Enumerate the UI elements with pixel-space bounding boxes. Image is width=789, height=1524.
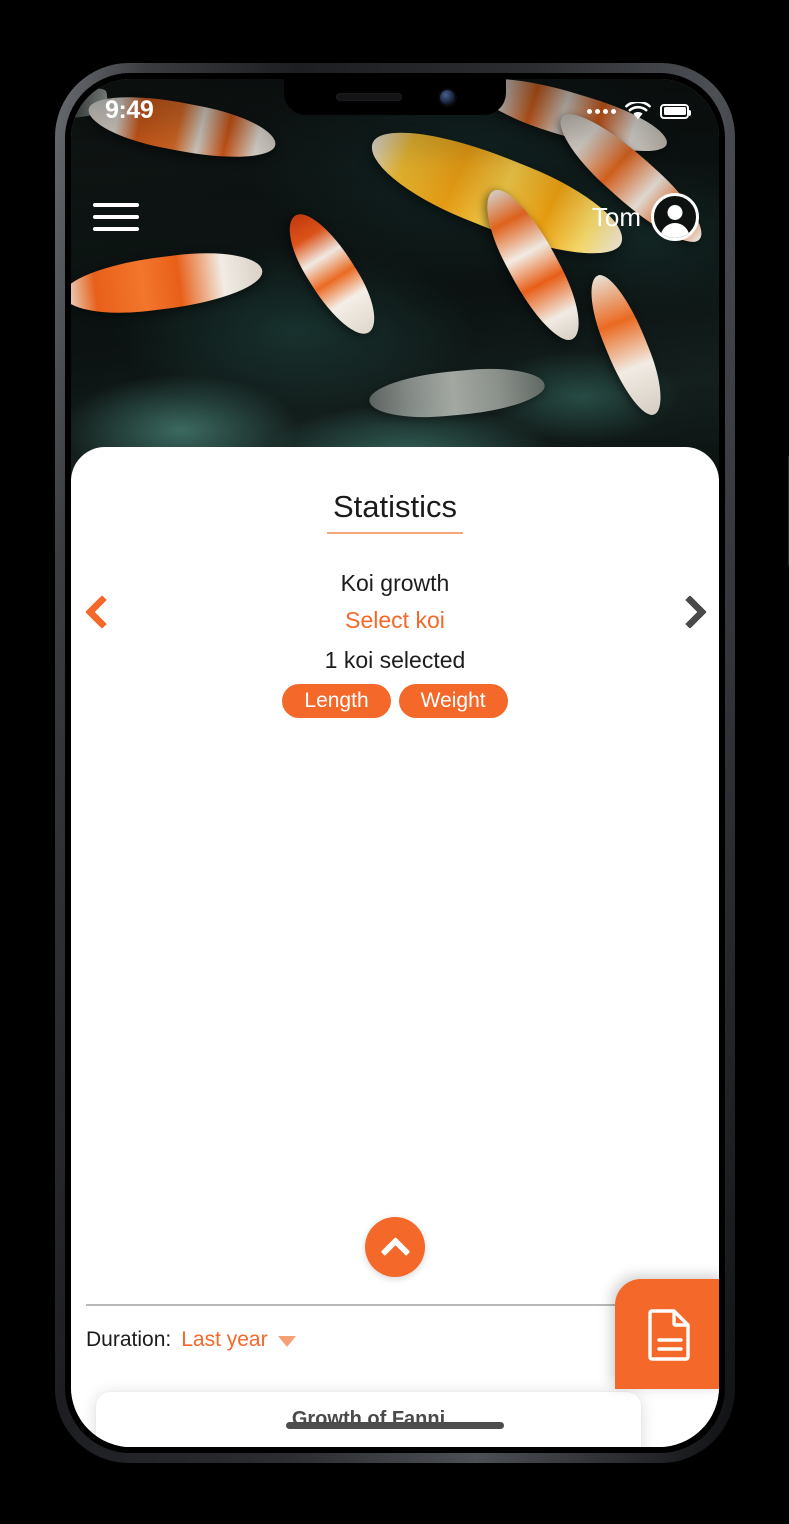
app-header-bar: Tom [71, 189, 719, 245]
duration-value[interactable]: Last year [181, 1328, 267, 1352]
chevron-left-icon[interactable] [81, 584, 123, 640]
duration-label: Duration: [86, 1328, 172, 1351]
status-indicators [587, 101, 691, 121]
koi-selected-count: 1 koi selected [324, 647, 466, 673]
select-koi-link[interactable]: Select koi [345, 607, 445, 634]
report-fab-button[interactable] [615, 1279, 719, 1389]
status-time: 9:49 [105, 95, 154, 124]
chevron-right-glyph [673, 595, 707, 629]
collapse-panel-button[interactable] [365, 1217, 425, 1277]
koi-pond-hero-image [71, 79, 719, 479]
phone-screen: 9:49 Tom Statistics Koi growth Select ko… [71, 79, 719, 1447]
caret-down-icon[interactable] [277, 1336, 296, 1347]
home-indicator [286, 1422, 504, 1429]
metric-pill-group: Length Weight [71, 684, 719, 718]
user-avatar-icon[interactable] [651, 193, 699, 241]
chevron-left-glyph [85, 595, 119, 629]
phone-device-frame: 9:49 Tom Statistics Koi growth Select ko… [55, 63, 789, 1463]
page-title-container: Statistics [71, 447, 719, 534]
metric-pill-length[interactable]: Length [282, 684, 391, 718]
user-profile-area[interactable]: Tom [592, 193, 699, 241]
screenshot-stage: 9:49 Tom Statistics Koi growth Select ko… [0, 0, 789, 1524]
metric-pill-weight[interactable]: Weight [398, 684, 508, 718]
growth-chart-card: Growth of Fanni Length Weight [96, 1392, 641, 1447]
section-divider [86, 1304, 674, 1306]
hero-overlay-gradient [71, 79, 719, 479]
front-camera-icon [439, 89, 455, 105]
chevron-right-icon[interactable] [669, 584, 711, 640]
user-name-label: Tom [591, 201, 641, 232]
duration-selector: Duration: Last year [86, 1328, 296, 1352]
earpiece-speaker [335, 93, 402, 101]
document-report-icon [648, 1309, 690, 1361]
battery-icon [660, 103, 691, 119]
statistics-sheet: Statistics Koi growth Select koi 1 koi s… [71, 447, 719, 1447]
phone-bezel: 9:49 Tom Statistics Koi growth Select ko… [65, 73, 725, 1453]
wifi-icon [625, 101, 651, 119]
koi-growth-label: Koi growth [340, 570, 450, 596]
signal-dots-icon [587, 108, 616, 114]
page-title: Statistics [326, 489, 464, 534]
device-notch [284, 79, 506, 115]
koi-selector-section: Koi growth Select koi 1 koi selected Len… [71, 570, 719, 718]
chevron-up-icon [380, 1236, 410, 1267]
hamburger-menu-icon[interactable] [93, 200, 139, 234]
